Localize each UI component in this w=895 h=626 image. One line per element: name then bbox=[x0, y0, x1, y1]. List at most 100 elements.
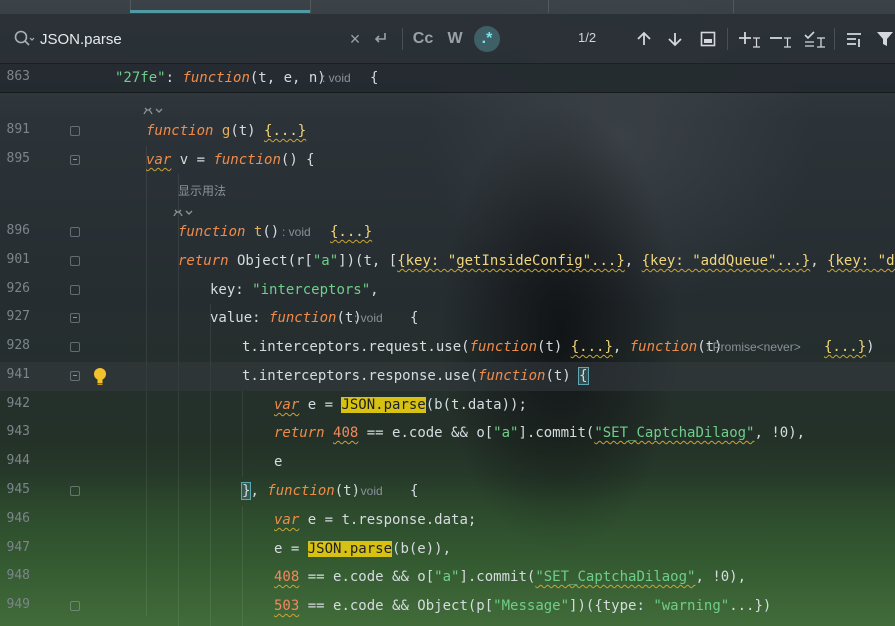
string-token: "a" bbox=[312, 253, 339, 269]
code-line[interactable]: 942 var e = JSON.parse(b(t.data)); bbox=[0, 391, 895, 420]
code-line[interactable]: 947 e = JSON.parse(b(e)), bbox=[0, 535, 895, 564]
code-line[interactable]: 945}, function(t): void { bbox=[0, 477, 895, 506]
code-content[interactable]: }, function(t) bbox=[240, 482, 360, 500]
folded-region[interactable]: {...} bbox=[330, 224, 372, 240]
line-number[interactable]: 948 bbox=[0, 568, 30, 583]
code-line[interactable]: 943 return 408 == e.code && o["a"].commit… bbox=[0, 419, 895, 448]
code-line[interactable]: 941 t.interceptors.response.use(function(… bbox=[0, 362, 895, 391]
keyword-token: function bbox=[478, 368, 546, 384]
code-content[interactable]: value: function(t) bbox=[210, 309, 362, 327]
fold-collapse-icon[interactable] bbox=[70, 371, 80, 381]
fold-expand-icon[interactable] bbox=[70, 601, 80, 611]
line-number[interactable]: 896 bbox=[0, 223, 30, 238]
code-content-after-hint[interactable]: {...}) bbox=[824, 338, 875, 356]
code-line[interactable]: 949 503 == e.code && Object(p["Message"])… bbox=[0, 592, 895, 621]
code-content[interactable]: function t() bbox=[178, 223, 279, 241]
line-number[interactable]: 927 bbox=[0, 309, 30, 324]
search-bar-divider bbox=[834, 28, 835, 50]
line-number[interactable]: 891 bbox=[0, 122, 30, 137]
code-content[interactable]: t.interceptors.response.use(function(t) … bbox=[242, 367, 589, 385]
folded-region[interactable]: {...} bbox=[264, 123, 306, 139]
code-line[interactable]: 928 t.interceptors.request.use(function(t… bbox=[0, 333, 895, 362]
regex-toggle[interactable]: .* bbox=[474, 26, 500, 52]
code-line[interactable]: 901 return Object(r["a"])(t, [{key: "getI… bbox=[0, 247, 895, 276]
line-number[interactable]: 947 bbox=[0, 540, 30, 555]
line-number[interactable]: 941 bbox=[0, 367, 30, 382]
replace-icon[interactable] bbox=[370, 26, 392, 52]
line-number[interactable]: 949 bbox=[0, 597, 30, 612]
code-token: ].commit( bbox=[518, 425, 595, 441]
code-content[interactable]: var v = function() { bbox=[146, 151, 315, 169]
match-case-toggle[interactable]: Cc bbox=[412, 26, 434, 52]
line-number[interactable]: 942 bbox=[0, 396, 30, 411]
code-content-after-hint[interactable]: { bbox=[410, 309, 418, 327]
code-line[interactable]: 946 var e = t.response.data; bbox=[0, 506, 895, 535]
line-number[interactable]: 863 bbox=[0, 69, 30, 84]
code-content[interactable]: e = JSON.parse(b(e)), bbox=[274, 540, 451, 558]
arrow-down-icon[interactable] bbox=[664, 26, 686, 52]
code-content[interactable]: "27fe": function(t, e, n) bbox=[115, 69, 326, 87]
code-content[interactable]: function g(t) {...} bbox=[146, 122, 306, 140]
fold-expand-icon[interactable] bbox=[70, 285, 80, 295]
add-occurrence-icon[interactable] bbox=[737, 26, 763, 52]
code-content[interactable]: 503 == e.code && Object(p["Message"])({t… bbox=[274, 597, 771, 615]
code-token: Object(r[ bbox=[228, 253, 313, 269]
line-number[interactable]: 928 bbox=[0, 338, 30, 353]
code-content[interactable]: 408 == e.code && o["a"].commit("SET_Capt… bbox=[274, 568, 746, 586]
code-line[interactable]: 895 var v = function() { bbox=[0, 146, 895, 175]
code-line[interactable]: 926 key: "interceptors", bbox=[0, 276, 895, 305]
code-content[interactable]: var e = t.response.data; bbox=[274, 511, 476, 529]
fold-expand-icon[interactable] bbox=[70, 227, 80, 237]
arrow-up-icon[interactable] bbox=[633, 26, 655, 52]
fold-expand-icon[interactable] bbox=[70, 342, 80, 352]
code-line[interactable]: 948 408 == e.code && o["a"].commit("SET_C… bbox=[0, 563, 895, 592]
code-vision-usages-icon[interactable] bbox=[172, 204, 194, 217]
sticky-scroll-line[interactable]: 863 "27fe": function(t, e, n): void { bbox=[0, 64, 895, 93]
code-content[interactable]: return Object(r["a"])(t, [{key: "getInsi… bbox=[178, 252, 895, 270]
search-icon[interactable] bbox=[13, 28, 35, 50]
show-usages-hint[interactable]: 显示用法 bbox=[178, 182, 226, 199]
lightbulb-icon[interactable] bbox=[93, 367, 107, 386]
code-content[interactable]: t.interceptors.request.use(function(t) {… bbox=[242, 338, 722, 356]
code-line[interactable]: 927 value: function(t): void { bbox=[0, 304, 895, 333]
code-content-after-hint[interactable]: {...} bbox=[330, 223, 372, 241]
fold-collapse-icon[interactable] bbox=[70, 155, 80, 165]
code-content-after-hint[interactable]: { bbox=[410, 482, 418, 500]
code-editor[interactable]: 863 "27fe": function(t, e, n): void{891 fu… bbox=[0, 64, 895, 626]
line-number[interactable]: 901 bbox=[0, 252, 30, 267]
line-number[interactable]: 945 bbox=[0, 482, 30, 497]
code-content[interactable]: return 408 == e.code && o["a"].commit("S… bbox=[274, 424, 805, 442]
filter-lines-icon[interactable] bbox=[844, 26, 866, 52]
fold-expand-icon[interactable] bbox=[70, 126, 80, 136]
clear-search-button[interactable]: × bbox=[344, 26, 366, 52]
code-content[interactable]: key: "interceptors", bbox=[210, 281, 379, 299]
fold-expand-icon[interactable] bbox=[70, 256, 80, 266]
whole-word-toggle[interactable]: W bbox=[444, 26, 466, 52]
select-all-matches-icon[interactable] bbox=[802, 26, 828, 52]
active-tab-indicator[interactable] bbox=[130, 10, 310, 13]
code-line[interactable]: 944 e bbox=[0, 448, 895, 477]
code-content-after-hint[interactable]: { bbox=[370, 69, 378, 87]
line-number[interactable]: 895 bbox=[0, 151, 30, 166]
folded-region[interactable]: {...} bbox=[571, 339, 613, 355]
line-number[interactable]: 926 bbox=[0, 281, 30, 296]
fold-collapse-icon[interactable] bbox=[70, 313, 80, 323]
remove-occurrence-icon[interactable] bbox=[768, 26, 794, 52]
fold-expand-icon[interactable] bbox=[70, 486, 80, 496]
folded-region[interactable]: {key: "addQueue"...} bbox=[642, 253, 811, 269]
filter-icon[interactable] bbox=[874, 26, 895, 52]
code-content[interactable]: e bbox=[274, 453, 282, 471]
string-token: "Message" bbox=[493, 598, 570, 614]
code-line[interactable]: 896 function t(): void {...} bbox=[0, 218, 895, 247]
folded-region[interactable]: {key: "delQue bbox=[827, 253, 895, 269]
folded-region[interactable]: {...} bbox=[824, 339, 866, 355]
folded-region[interactable]: {key: "getInsideConfig"...} bbox=[397, 253, 625, 269]
code-vision-usages-icon[interactable] bbox=[142, 102, 164, 115]
code-line[interactable]: 891 function g(t) {...} bbox=[0, 117, 895, 146]
line-number[interactable]: 943 bbox=[0, 424, 30, 439]
code-content[interactable]: var e = JSON.parse(b(t.data)); bbox=[274, 396, 527, 414]
line-number[interactable]: 944 bbox=[0, 453, 30, 468]
search-input[interactable] bbox=[40, 26, 330, 52]
line-number[interactable]: 946 bbox=[0, 511, 30, 526]
select-all-occurrences-icon[interactable] bbox=[697, 26, 719, 52]
